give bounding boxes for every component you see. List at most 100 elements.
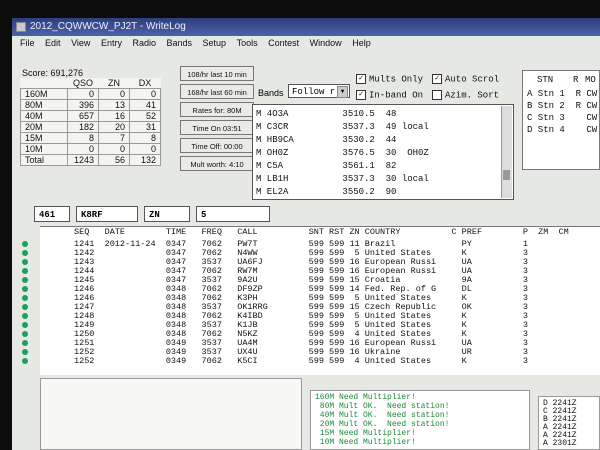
writelog-window: 2012_CQWWCW_PJ2T - WriteLog File Edit Vi… [12,18,600,450]
time-on-button[interactable]: Time On 03:51 [180,120,254,135]
checkbox-mark: ✓ [432,74,442,84]
score-dx: 132 [129,154,161,166]
station-row[interactable]: D Stn 4 CW [527,125,597,135]
menu-setup[interactable]: Setup [203,38,227,48]
checkbox-mark: ✓ [356,90,366,100]
qso-status-icon [22,349,28,355]
menu-window[interactable]: Window [310,38,342,48]
zone-label-field: ZN [144,206,190,222]
message-row[interactable]: A 2301Z [543,439,577,448]
score-dx: 31 [129,121,161,133]
zone-field[interactable]: 5 [196,206,270,222]
score-band: 20M [20,121,68,133]
mult-worth-button[interactable]: Mult worth: 4:10 [180,156,254,171]
qso-status-icon [22,340,28,346]
score-qso: 657 [67,110,99,122]
log-row[interactable]: 1252 0349 7062 K5CI 599 599 4 United Sta… [74,356,600,366]
title-bar: 2012_CQWWCW_PJ2T - WriteLog [12,18,600,36]
mult-status-row: 80M Mult OK. Need station! [315,402,450,411]
score-qso: 0 [67,143,99,155]
mult-status-row: 10M Need Multiplier! [315,438,416,447]
checkbox-mark: ✓ [356,74,366,84]
stn-header: R [573,75,579,85]
score-dx: 41 [129,99,161,111]
menu-view[interactable]: View [71,38,90,48]
rtty-terminal-pane[interactable] [40,378,302,450]
network-message-list[interactable]: D 2241Z C 2241Z B 2241Z A 2241Z A 2241Z … [538,396,600,450]
score-qso: 8 [67,132,99,144]
menu-edit[interactable]: Edit [45,38,61,48]
stn-header: STN [537,75,554,85]
spot-row[interactable]: M EL2A 3550.2 90 [256,187,396,197]
menu-file[interactable]: File [20,38,35,48]
spot-row[interactable]: M LB1H 3537.3 30 local [256,174,429,184]
menu-radio[interactable]: Radio [132,38,156,48]
rates-for-button[interactable]: Rates for: 80M [180,102,254,117]
chevron-down-icon[interactable]: ▼ [337,86,348,98]
station-row[interactable]: B Stn 2 R CW [527,101,597,111]
rate-10min-button[interactable]: 108/hr last 10 min [180,66,254,81]
mult-status-row: 15M Need Multiplier! [315,429,416,438]
score-header: QSO [72,78,93,88]
spot-row[interactable]: M HB9CA 3530.2 44 [256,135,396,145]
score-qso: 0 [67,88,99,100]
menu-bar: File Edit View Entry Radio Bands Setup T… [12,38,600,52]
checkbox-label: Auto Scrol [445,74,500,85]
score-band: 160M [20,88,68,100]
score-header: ZN [108,78,120,88]
auto-scroll-checkbox[interactable]: ✓ Auto Scrol [432,74,499,84]
in-band-checkbox[interactable]: ✓ In-band On [356,90,423,100]
bands-label: Bands [258,88,284,98]
score-band: 10M [20,143,68,155]
spot-row[interactable]: M C5A 3561.1 82 [256,161,396,171]
station-row[interactable]: A Stn 1 R CW [527,89,597,99]
score-dx: 0 [129,88,161,100]
menu-help[interactable]: Help [352,38,371,48]
spot-row[interactable]: M C3CR 3537.3 49 local [256,122,429,132]
score-band: Total [20,154,68,166]
station-row[interactable]: C Stn 3 CW [527,113,597,123]
menu-bands[interactable]: Bands [167,38,193,48]
menu-tools[interactable]: Tools [237,38,258,48]
app-icon [16,22,26,32]
score-header: DX [138,78,152,88]
spot-row[interactable]: M OH0Z 3576.5 30 OH0Z [256,148,429,158]
qso-status-icon [22,250,28,256]
qso-status-icon [22,304,28,310]
score-zn: 7 [98,132,130,144]
spots-scrollbar[interactable] [501,106,512,198]
score-table: QSO ZN DX 160M 0 0 0 80M 396 13 41 40M 657 16 52 … [20,78,161,166]
scrollbar-thumb[interactable] [503,170,510,180]
score-zn: 20 [98,121,130,133]
serial-field[interactable]: 461 [34,206,70,222]
bands-select[interactable]: Follow r ▼ [288,84,350,98]
qso-status-icon [22,313,28,319]
score-band: 15M [20,132,68,144]
score-zn: 16 [98,110,130,122]
qso-status-icon [22,241,28,247]
qso-status-icon [22,268,28,274]
azim-sort-checkbox[interactable]: Azim. Sort [432,90,499,100]
rate-60min-button[interactable]: 168/hr last 60 min [180,84,254,99]
menu-contest[interactable]: Contest [268,38,299,48]
mults-only-checkbox[interactable]: ✓ Mults Only [356,74,423,84]
qso-log[interactable]: SEQ DATE TIME FREQ CALL SNT RST ZN COUNT… [40,226,600,375]
score-header [21,78,68,89]
stn-header: MO [585,75,596,85]
mult-status-row: 160M Need Multiplier! [315,393,416,402]
qso-status-icon [22,331,28,337]
call-field[interactable]: K8RF [76,206,138,222]
score-dx: 52 [129,110,161,122]
menu-entry[interactable]: Entry [101,38,122,48]
qso-status-icon [22,286,28,292]
score-zn: 0 [98,88,130,100]
checkbox-label: Mults Only [369,74,424,85]
checkbox-label: In-band On [369,90,424,101]
spot-row[interactable]: M 4O3A 3510.5 48 [256,109,396,119]
bandmap-spot-list[interactable]: M 4O3A 3510.5 48 M C3CR 3537.3 49 local … [252,104,514,200]
mult-status-row: 20M Mult OK. Need station! [315,420,450,429]
time-off-button[interactable]: Time Off: 00:00 [180,138,254,153]
score-band: 40M [20,110,68,122]
qso-status-icon [22,295,28,301]
mult-status-row: 40M Mult OK. Need station! [315,411,450,420]
